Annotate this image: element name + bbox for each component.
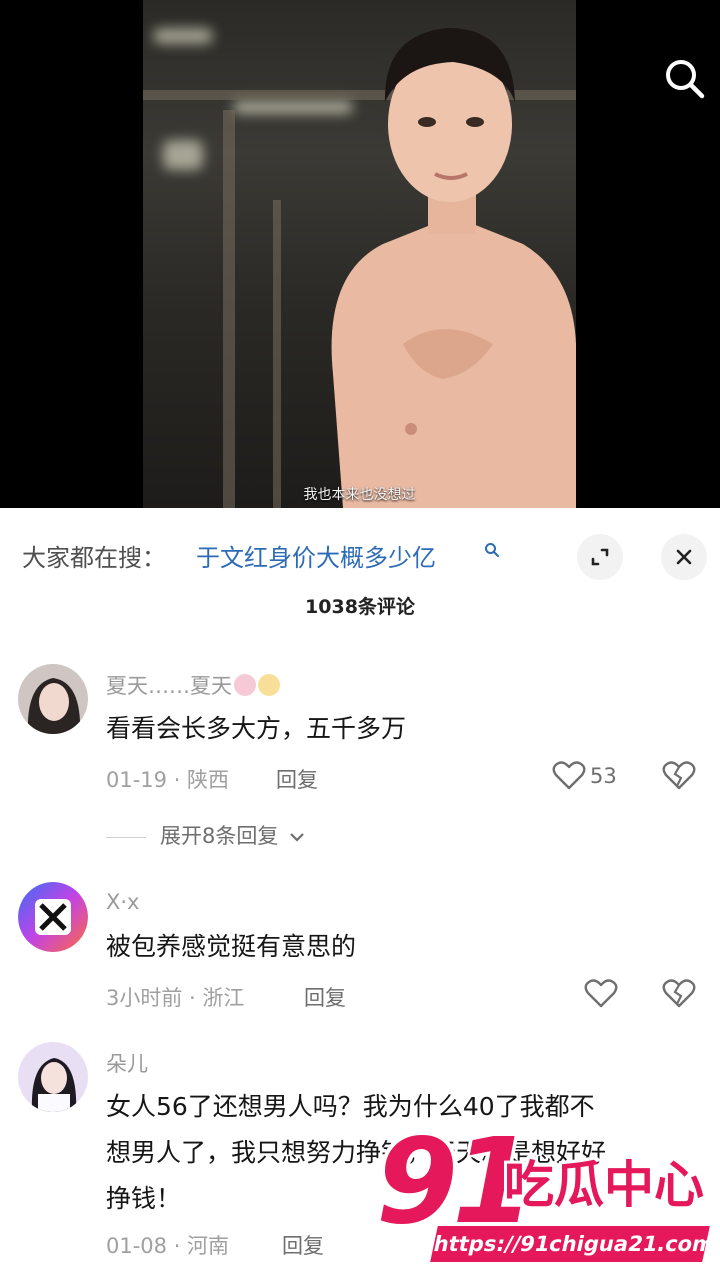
like-count: 53 (590, 764, 617, 788)
reply-button[interactable]: 回复 (276, 764, 318, 794)
small-search-icon (485, 543, 499, 557)
commenter-name-text: 夏天……夏天 (106, 674, 232, 698)
avatar-image (18, 664, 88, 734)
comment-meta: 01-08 · 河南 (106, 1234, 230, 1258)
comment-meta: 01-19 · 陕西 (106, 768, 230, 792)
expand-replies-label: 展开8条回复 (160, 824, 279, 848)
search-icon (666, 60, 705, 99)
trending-search-label: 大家都在搜： (22, 544, 166, 572)
close-button[interactable] (661, 534, 707, 580)
comment-item: 夏天……夏天 看看会长多大方，五千多万 01-19 · 陕西 回复 53 展开8… (0, 664, 720, 864)
avatar-image (18, 1042, 88, 1112)
flower-icon (258, 674, 280, 696)
heart-icon[interactable] (584, 979, 618, 1009)
commenter-name[interactable]: 夏天……夏天 (106, 670, 280, 700)
expand-button[interactable] (577, 534, 623, 580)
trending-search-row: 大家都在搜： 于文红身价大概多少亿 (0, 526, 720, 586)
video-caption: 我也本来也没想过 (303, 487, 416, 503)
commenter-name[interactable]: 朵儿 (106, 1048, 148, 1078)
gym-bar (273, 200, 281, 508)
avatar[interactable] (18, 664, 88, 734)
comment-count: 1038条评论 (305, 596, 415, 618)
video-player[interactable]: 我也本来也没想过 (0, 0, 720, 508)
comment-text: 看看会长多大方，五千多万 (106, 714, 407, 743)
search-button[interactable] (662, 56, 706, 100)
chevron-down-icon (290, 833, 304, 842)
gym-bar (223, 110, 235, 508)
avatar[interactable] (18, 882, 88, 952)
video-frame[interactable]: 我也本来也没想过 (143, 0, 576, 508)
gym-light (153, 28, 213, 44)
flower-icon (234, 674, 256, 696)
avatar-image (18, 882, 88, 952)
comment-item: X·x 被包养感觉挺有意思的 3小时前 · 浙江 回复 (0, 882, 720, 1022)
heart-icon[interactable] (552, 761, 586, 791)
reply-button[interactable]: 回复 (304, 982, 346, 1012)
reply-button[interactable]: 回复 (282, 1230, 324, 1260)
gym-light (163, 140, 203, 170)
watermark-logo-title: 吃瓜中心 (504, 1156, 704, 1214)
avatar[interactable] (18, 1042, 88, 1112)
watermark-url: https://91chigua21.com (430, 1226, 717, 1262)
divider (106, 836, 146, 838)
broken-heart-icon[interactable] (662, 979, 696, 1009)
comment-meta: 3小时前 · 浙江 (106, 986, 245, 1010)
close-icon (676, 549, 692, 565)
expand-icon (591, 548, 609, 566)
comment-text: 被包养感觉挺有意思的 (106, 932, 357, 961)
person-figure (331, 28, 576, 508)
commenter-name[interactable]: X·x (106, 890, 140, 914)
expand-replies-button[interactable]: 展开8条回复 (106, 820, 305, 850)
broken-heart-icon[interactable] (662, 761, 696, 791)
trending-search-link[interactable]: 于文红身价大概多少亿 (196, 538, 436, 573)
